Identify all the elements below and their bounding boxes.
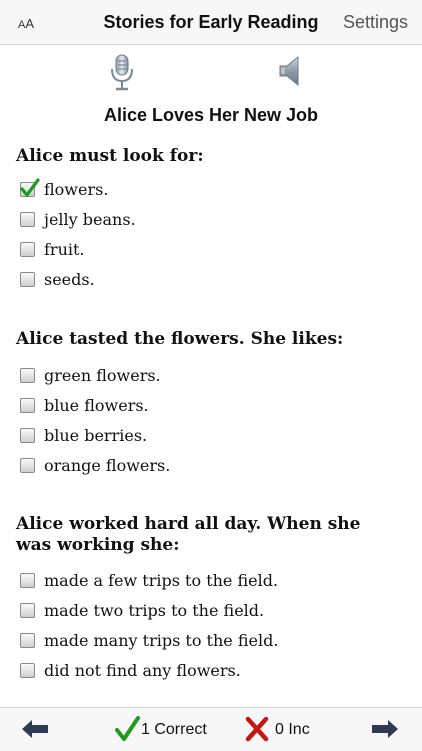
question-3-option-1[interactable]: made a few trips to the field. xyxy=(20,568,278,592)
microphone-icon[interactable] xyxy=(108,52,136,92)
checkbox[interactable] xyxy=(20,241,35,257)
question-2-option-4[interactable]: orange flowers. xyxy=(20,453,170,477)
question-1-option-3[interactable]: fruit. xyxy=(20,237,85,261)
option-label: made many trips to the field. xyxy=(44,630,279,650)
checkbox-checked[interactable] xyxy=(20,177,40,197)
checkmark-icon xyxy=(20,177,40,197)
question-3-option-2[interactable]: made two trips to the field. xyxy=(20,598,264,622)
font-size-big-a: A xyxy=(25,16,35,31)
option-label: made a few trips to the field. xyxy=(44,570,279,590)
question-1-option-1[interactable]: flowers. xyxy=(20,177,108,201)
option-label: fruit. xyxy=(44,239,85,259)
speaker-icon[interactable] xyxy=(278,55,304,87)
option-label: orange flowers. xyxy=(44,455,171,475)
option-label: green flowers. xyxy=(44,365,161,385)
question-2-option-1[interactable]: green flowers. xyxy=(20,363,161,387)
option-label: blue berries. xyxy=(44,425,148,445)
correct-count: 1 Correct xyxy=(141,721,207,738)
option-label: blue flowers. xyxy=(44,395,149,415)
question-2-option-2[interactable]: blue flowers. xyxy=(20,393,149,417)
question-2-prompt: Alice tasted the flowers. She likes: xyxy=(16,329,344,349)
navigation-bar: AA Stories for Early Reading Settings xyxy=(0,0,422,45)
x-mark-icon xyxy=(245,716,269,742)
option-label: did not find any flowers. xyxy=(44,660,241,680)
question-3-option-3[interactable]: made many trips to the field. xyxy=(20,628,278,652)
checkbox[interactable] xyxy=(20,662,35,678)
question-1-option-4[interactable]: seeds. xyxy=(20,267,95,291)
option-label: seeds. xyxy=(44,269,95,289)
question-3-option-4[interactable]: did not find any flowers. xyxy=(20,658,241,682)
arrow-left-icon[interactable] xyxy=(20,718,50,740)
checkbox[interactable] xyxy=(20,632,35,648)
checkbox[interactable] xyxy=(20,367,35,383)
checkmark-icon xyxy=(115,716,140,741)
option-label: made two trips to the field. xyxy=(44,600,265,620)
checkbox[interactable] xyxy=(20,602,35,618)
bottom-toolbar: 1 Correct 0 Inc xyxy=(0,707,422,751)
settings-button[interactable]: Settings xyxy=(343,12,408,33)
checkbox[interactable] xyxy=(20,457,35,473)
checkbox[interactable] xyxy=(20,211,35,227)
question-2-option-3[interactable]: blue berries. xyxy=(20,423,147,447)
option-label: jelly beans. xyxy=(44,209,136,229)
checkbox[interactable] xyxy=(20,427,35,443)
story-title: Alice Loves Her New Job xyxy=(103,105,319,125)
font-size-button[interactable]: AA xyxy=(18,16,34,31)
checkbox[interactable] xyxy=(20,397,35,413)
question-3-prompt: Alice worked hard all day. When she was … xyxy=(16,514,361,555)
checkbox[interactable] xyxy=(20,572,35,588)
question-1-prompt: Alice must look for: xyxy=(16,146,204,166)
arrow-right-icon[interactable] xyxy=(370,718,400,740)
incorrect-count: 0 Inc xyxy=(275,721,310,738)
checkbox[interactable] xyxy=(20,271,35,287)
question-1-option-2[interactable]: jelly beans. xyxy=(20,207,136,231)
option-label: flowers. xyxy=(44,179,109,199)
